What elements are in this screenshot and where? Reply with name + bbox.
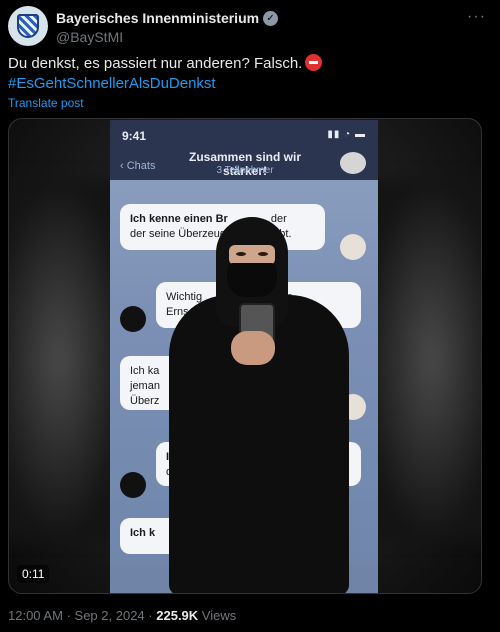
- author-avatar[interactable]: [8, 6, 48, 46]
- signal-wifi-battery-icon: ▮▮ ◔ ▬: [327, 129, 366, 140]
- video-blur-right: [361, 179, 481, 539]
- figure-eye: [236, 252, 246, 256]
- chat-header: 9:41 ▮▮ ◔ ▬ ‹ Chats Zusammen sind wir st…: [110, 120, 378, 180]
- hashtag-link[interactable]: #EsGehtSchnellerAlsDuDenkst: [8, 74, 488, 94]
- more-options-icon[interactable]: ···: [467, 8, 486, 26]
- bavaria-crest-icon: [17, 14, 39, 38]
- figure-eye: [258, 252, 268, 256]
- author-name-line: Bayerisches Innenministerium ✓: [56, 10, 279, 26]
- video-player[interactable]: 9:41 ▮▮ ◔ ▬ ‹ Chats Zusammen sind wir st…: [8, 118, 482, 594]
- chat-subtitle: 3 Teilnehmer: [216, 165, 274, 176]
- figure-face: [229, 245, 275, 265]
- post-time[interactable]: 12:00 AM: [8, 608, 63, 623]
- views-label: Views: [201, 608, 237, 623]
- stop-sign-emoji-icon: [305, 54, 323, 71]
- author-display-name[interactable]: Bayerisches Innenministerium: [56, 10, 259, 26]
- views-count: 225.9K: [156, 608, 199, 623]
- author-handle[interactable]: @BayStMI: [56, 29, 123, 45]
- verified-badge-icon: ✓: [263, 10, 279, 26]
- group-avatar: [338, 150, 368, 176]
- meta-separator: ·: [66, 608, 71, 623]
- message-text: Überz: [130, 395, 160, 407]
- message-text: Ich ka: [130, 365, 160, 377]
- message-text: Ich k: [130, 527, 156, 539]
- participant-avatar: [120, 472, 146, 498]
- post-date[interactable]: Sep 2, 2024: [75, 608, 145, 623]
- video-duration: 0:11: [17, 565, 50, 583]
- tweet-text: Du denkst, es passiert nur anderen? Fals…: [8, 54, 488, 94]
- veiled-figure-illustration: [169, 215, 349, 593]
- message-text: jeman: [130, 380, 160, 392]
- figure-hand: [231, 331, 275, 365]
- participant-avatar: [120, 306, 146, 332]
- meta-separator: ·: [148, 608, 153, 623]
- translate-post-link[interactable]: Translate post: [8, 96, 84, 110]
- chats-back-label: Chats: [126, 160, 156, 172]
- phone-clock: 9:41: [122, 129, 147, 143]
- tweet-body: Du denkst, es passiert nur anderen? Fals…: [8, 55, 303, 72]
- figure-mask: [227, 263, 277, 297]
- chats-back-link: ‹ Chats: [120, 160, 156, 172]
- tweet-header: Bayerisches Innenministerium ✓ @BayStMI …: [8, 6, 492, 46]
- tweet-metadata: 12:00 AM · Sep 2, 2024 · 225.9K Views: [8, 608, 236, 623]
